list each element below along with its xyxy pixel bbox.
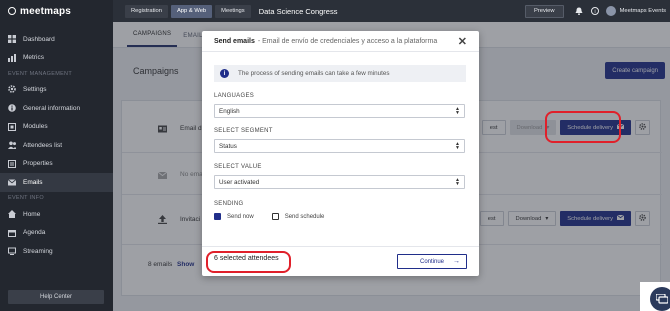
preview-button[interactable]: Preview <box>524 4 564 18</box>
info-notice: i The process of sending emails can take… <box>214 65 466 82</box>
sidebar: meetmaps Dashboard Metrics EVENT MANAGEM… <box>0 0 113 311</box>
help-center-button[interactable]: Help Center <box>8 290 104 304</box>
sidebar-item-attendees-list[interactable]: Attendees list <box>0 136 113 155</box>
streaming-icon <box>8 247 16 256</box>
home-icon <box>8 210 16 219</box>
sidebar-item-modules[interactable]: Modules <box>0 117 113 136</box>
users-icon <box>8 141 16 150</box>
sidebar-item-streaming[interactable]: Streaming <box>0 242 113 261</box>
send-now-label[interactable]: Send now <box>227 214 254 220</box>
modal-header: Send emails - Email de envío de credenci… <box>202 31 479 52</box>
close-icon[interactable]: ✕ <box>458 35 467 48</box>
sending-label: SENDING <box>214 201 244 207</box>
brand-name: meetmaps <box>20 5 72 17</box>
avatar[interactable] <box>605 6 616 16</box>
email-icon <box>8 178 16 186</box>
languages-label: LANGUAGES <box>214 93 255 99</box>
info-icon <box>8 104 16 112</box>
send-now-checkbox[interactable] <box>214 213 221 220</box>
select-arrows-icon: ▲ ▼ <box>455 141 460 151</box>
user-name[interactable]: Meetmaps Events <box>620 8 666 14</box>
send-schedule-label[interactable]: Send schedule <box>285 214 325 220</box>
chart-icon <box>8 53 16 62</box>
modal-subtitle: - Email de envío de credenciales y acces… <box>257 37 438 45</box>
modal-title: Send emails <box>214 37 255 45</box>
sidebar-item-agenda[interactable]: Agenda <box>0 223 113 242</box>
select-arrows-icon: ▲ ▼ <box>455 177 460 187</box>
highlight-ring <box>545 111 621 143</box>
brand-logo[interactable]: meetmaps <box>0 0 113 22</box>
send-schedule-checkbox[interactable] <box>271 213 279 220</box>
segment-label: SELECT SEGMENT <box>214 128 273 134</box>
value-select[interactable]: User activated ▲ ▼ <box>214 175 465 189</box>
select-arrows-icon: ▲ ▼ <box>455 106 460 116</box>
sidebar-item-home[interactable]: Home <box>0 205 113 224</box>
segment-select[interactable]: Status ▲ ▼ <box>214 139 465 153</box>
sidebar-item-metrics[interactable]: Metrics <box>0 49 113 68</box>
top-bar: Registration App & Web Meetings Data Sci… <box>113 0 670 22</box>
section-event-management: EVENT MANAGEMENT <box>8 70 72 77</box>
chat-icon <box>650 287 670 311</box>
arrow-right-icon: → <box>453 258 460 265</box>
tab-app-web[interactable]: App & Web <box>170 4 213 18</box>
sidebar-item-properties[interactable]: Properties <box>0 155 113 174</box>
agenda-icon <box>8 229 16 237</box>
tab-registration[interactable]: Registration <box>125 4 168 18</box>
chat-widget[interactable] <box>640 282 670 311</box>
sidebar-item-emails[interactable]: Emails <box>0 173 113 192</box>
section-event-info: EVENT INFO <box>8 195 44 202</box>
value-label: SELECT VALUE <box>214 164 262 170</box>
highlight-ring <box>206 251 291 273</box>
dashboard-icon <box>8 35 16 44</box>
sidebar-item-settings[interactable]: Settings <box>0 80 113 99</box>
modules-icon <box>8 122 16 131</box>
logo-icon <box>8 7 16 15</box>
languages-select[interactable]: English ▲ ▼ <box>214 104 465 118</box>
properties-icon <box>8 159 16 168</box>
info-icon: i <box>220 69 229 78</box>
send-emails-modal: Send emails - Email de envío de credenci… <box>202 31 479 276</box>
bell-icon[interactable] <box>574 6 584 16</box>
event-name: Data Science Congress <box>258 6 338 16</box>
sidebar-item-general-information[interactable]: General information <box>0 99 113 118</box>
svg-text:i: i <box>594 9 595 15</box>
sidebar-item-dashboard[interactable]: Dashboard <box>0 30 113 49</box>
tab-meetings[interactable]: Meetings <box>215 4 251 18</box>
gear-icon <box>8 85 16 94</box>
continue-button[interactable]: Continue → <box>397 254 467 269</box>
help-icon[interactable]: i <box>590 6 600 16</box>
